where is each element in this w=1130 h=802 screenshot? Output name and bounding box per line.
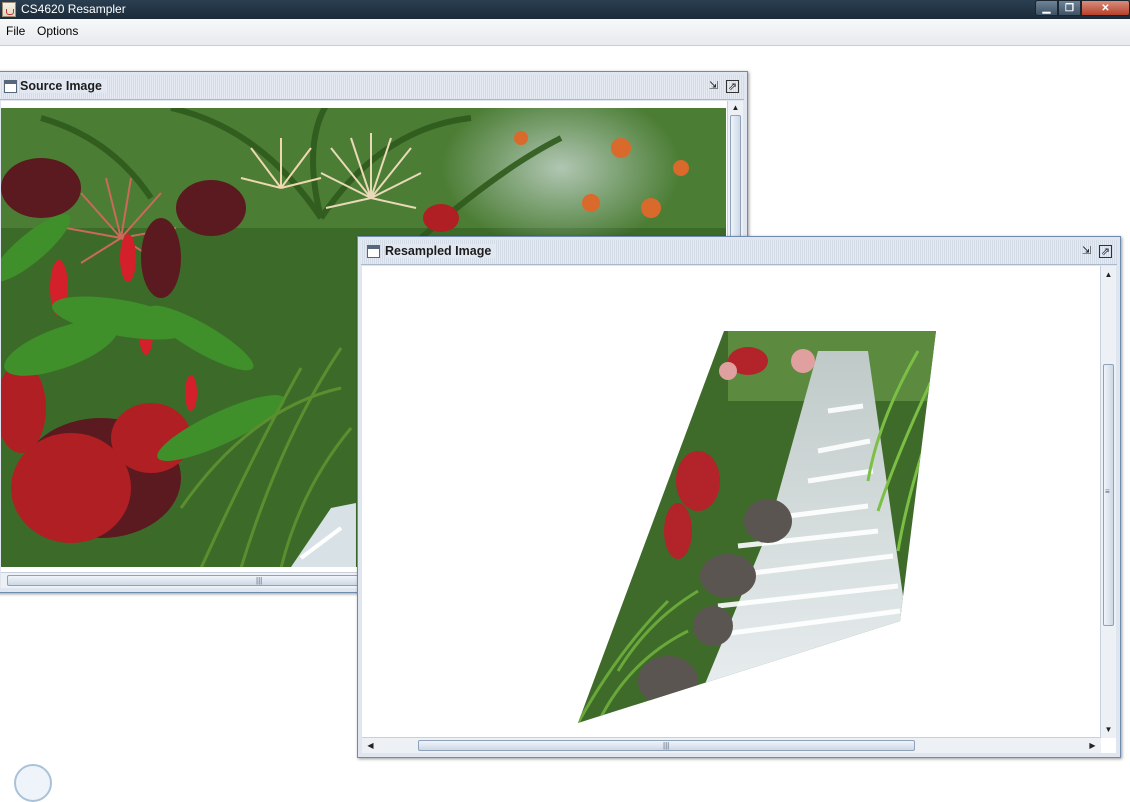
- maximize-icon[interactable]: ❐: [1058, 0, 1081, 16]
- app-titlebar: CS4620 Resampler ▁ ❐ ✕: [0, 0, 1130, 19]
- warped-waterfall-photo: [578, 331, 936, 723]
- resampled-frame-title: Resampled Image: [385, 244, 496, 258]
- scroll-up-icon[interactable]: ▲: [1102, 268, 1115, 281]
- scroll-right-icon[interactable]: ▶: [1086, 739, 1099, 752]
- menu-file[interactable]: File: [6, 24, 25, 38]
- scroll-left-icon[interactable]: ◀: [364, 739, 377, 752]
- resampled-hscroll-thumb[interactable]: |||: [418, 740, 915, 751]
- menu-bar: File Options: [0, 19, 1130, 46]
- minimize-icon[interactable]: ▁: [1035, 0, 1058, 16]
- iconify-icon[interactable]: ⇲: [707, 80, 720, 93]
- app-title: CS4620 Resampler: [21, 2, 126, 16]
- menu-options[interactable]: Options: [37, 24, 78, 38]
- source-frame-title: Source Image: [20, 79, 106, 93]
- java-cup-icon: [2, 2, 16, 17]
- resampled-vscroll-thumb[interactable]: ≡: [1103, 364, 1114, 626]
- source-frame-titlebar[interactable]: Source Image ⇲ ⇗: [0, 75, 744, 100]
- resampled-horizontal-scrollbar[interactable]: ◀ ||| ▶: [362, 737, 1101, 753]
- scroll-down-icon[interactable]: ▼: [1102, 723, 1115, 736]
- maximize-frame-icon[interactable]: ⇗: [1099, 245, 1112, 258]
- resampled-frame-titlebar[interactable]: Resampled Image ⇲ ⇗: [361, 240, 1117, 265]
- window-controls: ▁ ❐ ✕: [1035, 0, 1130, 17]
- resampled-image-frame[interactable]: Resampled Image ⇲ ⇗ ▲ ≡ ▼ ◀ ||| ▶: [357, 236, 1121, 758]
- scroll-up-icon[interactable]: ▲: [729, 101, 742, 114]
- resampled-image-viewport: ▲ ≡ ▼ ◀ ||| ▶: [362, 266, 1116, 753]
- iconify-icon[interactable]: ⇲: [1080, 245, 1093, 258]
- resampled-image: [578, 331, 936, 723]
- close-icon[interactable]: ✕: [1081, 0, 1130, 16]
- maximize-frame-icon[interactable]: ⇗: [726, 80, 739, 93]
- frame-icon: [367, 245, 380, 258]
- resampled-vertical-scrollbar[interactable]: ▲ ≡ ▼: [1100, 266, 1116, 738]
- frame-icon: [4, 80, 17, 93]
